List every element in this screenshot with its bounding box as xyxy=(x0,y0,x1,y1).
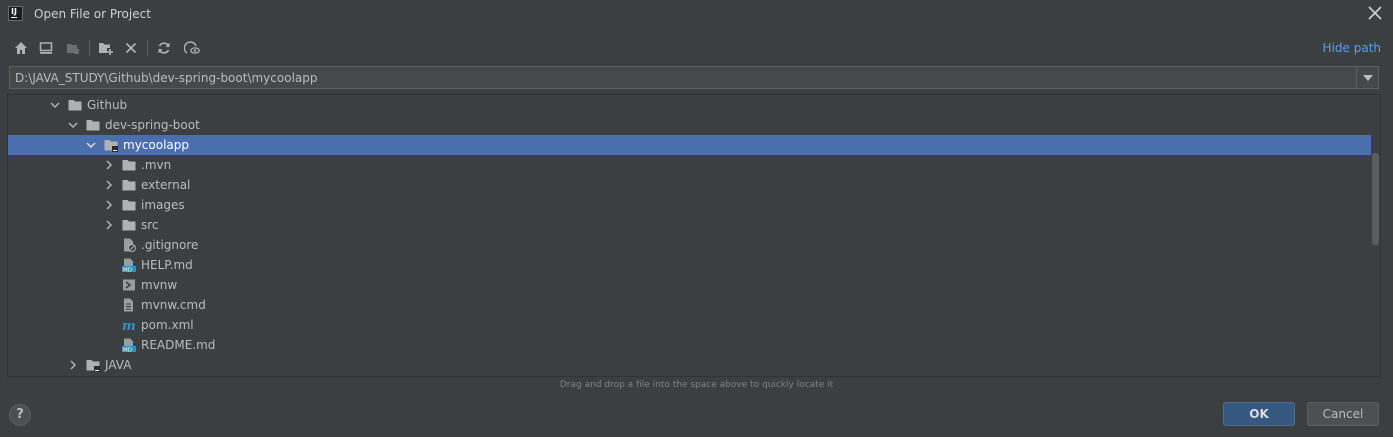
window-title: Open File or Project xyxy=(34,7,151,21)
folder-icon xyxy=(122,160,136,171)
tree-row-images[interactable]: images xyxy=(8,195,1371,215)
ok-button[interactable]: OK xyxy=(1223,402,1295,426)
tree-row-label: pom.xml xyxy=(141,318,194,332)
svg-text:m: m xyxy=(122,319,136,332)
tree-row-label: mycoolapp xyxy=(123,138,189,152)
tree-row-label: mvnw xyxy=(141,278,178,292)
chevron-down-icon[interactable] xyxy=(50,100,60,110)
tree-row-pom-xml[interactable]: m pom.xml xyxy=(8,315,1371,335)
tree-row-github[interactable]: Github xyxy=(8,95,1371,115)
tree-row-external[interactable]: external xyxy=(8,175,1371,195)
tree-row-mvnw-cmd[interactable]: mvnw.cmd xyxy=(8,295,1371,315)
chevron-down-icon xyxy=(1362,74,1373,81)
desktop-icon xyxy=(39,42,53,54)
tree-row-src[interactable]: src xyxy=(8,215,1371,235)
text-file-icon xyxy=(124,298,133,312)
tree-row-label: images xyxy=(141,198,185,212)
markdown-file-icon: MD xyxy=(122,258,136,272)
toolbar-separator xyxy=(147,40,148,56)
maven-file-icon: m xyxy=(122,319,136,332)
svg-text:MD: MD xyxy=(123,267,132,272)
show-hidden-files-icon xyxy=(184,41,200,54)
path-value[interactable]: D:\JAVA_STUDY\Github\dev-spring-boot\myc… xyxy=(15,71,317,85)
chevron-right-icon[interactable] xyxy=(104,220,114,230)
new-folder-icon xyxy=(99,43,113,55)
tree-row-label: Github xyxy=(87,98,128,112)
tree-row-label: JAVA xyxy=(105,358,132,372)
folder-icon xyxy=(122,180,136,191)
refresh-icon xyxy=(158,42,170,54)
chevron-right-icon[interactable] xyxy=(104,160,114,170)
toolbar-separator xyxy=(89,40,90,56)
drag-drop-hint: Drag and drop a file into the space abov… xyxy=(559,380,834,390)
shell-file-icon xyxy=(123,279,135,291)
folder-icon xyxy=(122,220,136,231)
desktop-button[interactable] xyxy=(35,38,57,58)
tree-row-mvn[interactable]: .mvn xyxy=(8,155,1371,175)
chevron-down-icon[interactable] xyxy=(86,140,96,150)
title-bar: IJ Open File or Project xyxy=(0,0,1393,29)
delete-icon xyxy=(125,42,137,54)
tree-row-readme-md[interactable]: MD README.md xyxy=(8,335,1371,355)
path-history-dropdown[interactable] xyxy=(1356,67,1378,88)
tree-row-label: src xyxy=(141,218,159,232)
refresh-button[interactable] xyxy=(153,38,175,58)
tree-row-mycoolapp[interactable]: mycoolapp xyxy=(8,135,1371,155)
gitignore-file-icon xyxy=(124,238,136,252)
tree-row-label: mvnw.cmd xyxy=(141,298,206,312)
show-hidden-files-button[interactable] xyxy=(181,38,203,58)
tree-row-gitignore[interactable]: .gitignore xyxy=(8,235,1371,255)
markdown-file-icon: MD xyxy=(122,338,136,352)
new-folder-button[interactable] xyxy=(95,38,117,58)
tree-row-dev-spring-boot[interactable]: dev-spring-boot xyxy=(8,115,1371,135)
tree-scrollbar[interactable] xyxy=(1372,153,1379,245)
module-folder-icon xyxy=(104,140,118,152)
folder-icon xyxy=(122,200,136,211)
tree-row-label: README.md xyxy=(141,338,216,352)
folder-icon xyxy=(68,100,82,111)
chevron-down-icon[interactable] xyxy=(68,120,78,130)
close-icon xyxy=(1368,6,1382,20)
file-tree[interactable]: Github dev-spring-boot mycoolapp .mvn ex… xyxy=(7,94,1381,377)
home-icon xyxy=(15,42,27,54)
tree-row-label: external xyxy=(141,178,191,192)
svg-text:MD: MD xyxy=(123,347,132,352)
chevron-right-icon[interactable] xyxy=(68,360,78,370)
hide-path-link[interactable]: Hide path xyxy=(1323,41,1381,55)
chevron-right-icon[interactable] xyxy=(104,200,114,210)
delete-button[interactable] xyxy=(120,38,142,58)
folder-icon xyxy=(86,120,100,131)
help-button[interactable]: ? xyxy=(9,404,31,426)
tree-row-java[interactable]: JAVA xyxy=(8,355,1371,375)
project-directory-button[interactable] xyxy=(62,38,84,58)
tree-row-label: dev-spring-boot xyxy=(105,118,200,132)
cancel-button[interactable]: Cancel xyxy=(1307,402,1379,426)
tree-row-label: .gitignore xyxy=(141,238,199,252)
path-field[interactable]: D:\JAVA_STUDY\Github\dev-spring-boot\myc… xyxy=(9,66,1379,89)
chevron-right-icon[interactable] xyxy=(104,180,114,190)
tree-row-label: HELP.md xyxy=(141,258,193,272)
intellij-icon: IJ xyxy=(8,6,23,21)
tree-row-help-md[interactable]: MD HELP.md xyxy=(8,255,1371,275)
tree-row-label: .mvn xyxy=(141,158,172,172)
home-button[interactable] xyxy=(10,38,32,58)
project-directory-icon xyxy=(67,44,79,54)
close-button[interactable] xyxy=(1366,4,1384,22)
tree-row-mvnw[interactable]: mvnw xyxy=(8,275,1371,295)
module-folder-icon xyxy=(86,360,100,372)
